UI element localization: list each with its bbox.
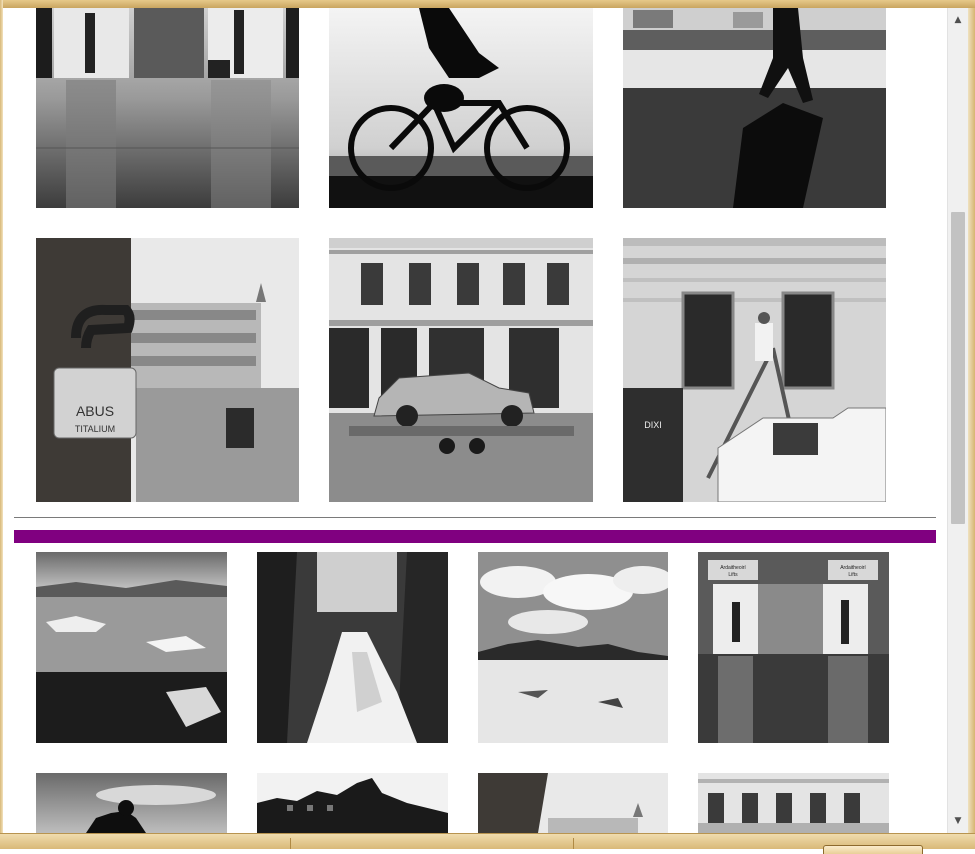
vertical-scrollbar[interactable]: ▲ ▼ <box>947 8 968 833</box>
arrow-up-icon[interactable]: ▲ <box>948 10 968 30</box>
section-divider <box>14 517 936 518</box>
photo-padlock-square-2[interactable] <box>478 773 668 833</box>
gallery-viewport: ABUS TITALIUM DIXI Ardaitheoirí Lifts Ar… <box>3 8 947 833</box>
photo-elevator-doors[interactable]: Ardaitheoirí Lifts Ardaitheoirí Lifts <box>698 552 889 743</box>
padlock-brand-text: ABUS <box>76 403 114 419</box>
section-header-bar <box>14 530 936 543</box>
bottom-tab-button[interactable] <box>823 845 923 854</box>
photo-desert-clouds[interactable] <box>478 552 668 743</box>
lift-sign-left-sub: Lifts <box>728 572 738 578</box>
photo-building-facade[interactable] <box>698 773 889 833</box>
photo-padlock-square[interactable]: ABUS TITALIUM <box>36 238 299 502</box>
lift-sign-left: Ardaitheoirí <box>720 565 746 571</box>
toilet-brand-text: DIXI <box>644 420 662 430</box>
photo-walker-shadow[interactable] <box>623 8 886 208</box>
photo-elevator-reflection[interactable] <box>36 8 299 208</box>
photo-ice-lagoon[interactable] <box>36 552 227 743</box>
photo-forest-waterfall[interactable] <box>257 552 448 743</box>
arrow-down-icon[interactable]: ▼ <box>948 811 968 831</box>
padlock-model-text: TITALIUM <box>75 424 115 434</box>
photo-cyclist-sky[interactable] <box>36 773 227 833</box>
photo-building-silhouette[interactable] <box>257 773 448 833</box>
lift-sign-right: Ardaitheoirí <box>840 565 866 571</box>
photo-cyclist-silhouette[interactable] <box>329 8 593 208</box>
window-frame-right <box>968 8 975 833</box>
photo-car-on-trailer[interactable] <box>329 238 593 502</box>
window-frame-bottom <box>0 833 975 854</box>
lift-sign-right-sub: Lifts <box>848 572 858 578</box>
status-separator <box>573 838 574 849</box>
scrollbar-thumb[interactable] <box>951 212 965 524</box>
status-separator <box>290 838 291 849</box>
photo-painter-ladder[interactable]: DIXI <box>623 238 886 502</box>
